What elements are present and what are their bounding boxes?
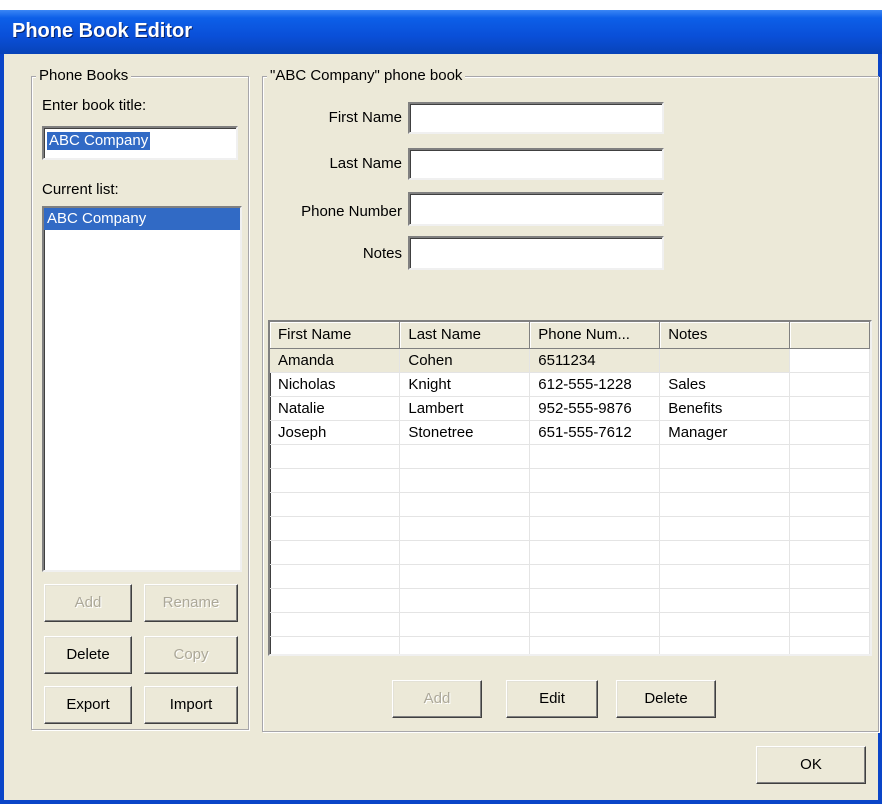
empty-row — [270, 492, 870, 517]
notes-label: Notes — [362, 245, 402, 262]
edit-contact-button[interactable]: Edit — [506, 680, 598, 718]
table-cell: Sales — [659, 372, 791, 397]
table-cell: Manager — [659, 420, 791, 445]
last-name-input[interactable] — [410, 150, 662, 178]
table-header-row: First Name Last Name Phone Num... Notes — [270, 322, 870, 349]
first-name-label: First Name — [328, 109, 402, 126]
book-title-value: ABC Company — [47, 132, 151, 150]
table-cell: Cohen — [399, 348, 531, 373]
delete-contact-button[interactable]: Delete — [616, 680, 716, 718]
table-cell: Nicholas — [270, 372, 401, 397]
list-item[interactable]: ABC Company — [44, 208, 240, 230]
notes-field[interactable] — [408, 236, 664, 270]
table-cell: Joseph — [270, 420, 401, 445]
table-cell — [789, 420, 870, 445]
empty-row — [270, 468, 870, 493]
import-button[interactable]: Import — [144, 686, 238, 724]
ok-button[interactable]: OK — [756, 746, 866, 784]
table-cell — [659, 348, 791, 373]
empty-row — [270, 540, 870, 565]
last-name-label: Last Name — [329, 155, 402, 172]
empty-row — [270, 444, 870, 469]
table-row[interactable]: Natalie Lambert 952-555-9876 Benefits — [270, 396, 870, 421]
delete-book-button[interactable]: Delete — [44, 636, 132, 674]
table-cell: 612-555-1228 — [529, 372, 661, 397]
phone-books-group-label: Phone Books — [36, 66, 132, 86]
empty-row — [270, 516, 870, 541]
table-cell: Stonetree — [399, 420, 531, 445]
first-name-field[interactable] — [408, 102, 664, 134]
title-bar[interactable]: Phone Book Editor — [0, 0, 882, 54]
empty-row — [270, 612, 870, 637]
table-cell: Amanda — [270, 348, 401, 373]
table-cell: 651-555-7612 — [529, 420, 661, 445]
copy-book-button[interactable]: Copy — [144, 636, 238, 674]
column-header-phone-number[interactable]: Phone Num... — [529, 322, 661, 349]
book-title-field[interactable]: ABC Company — [42, 126, 238, 160]
rename-book-button[interactable]: Rename — [144, 584, 238, 622]
column-header-first-name[interactable]: First Name — [270, 322, 401, 349]
table-row[interactable]: Joseph Stonetree 651-555-7612 Manager — [270, 420, 870, 445]
add-contact-button[interactable]: Add — [392, 680, 482, 718]
current-list-label: Current list: — [42, 181, 119, 198]
phone-number-input[interactable] — [410, 194, 662, 224]
phone-number-label: Phone Number — [301, 203, 402, 220]
table-row[interactable]: Amanda Cohen 6511234 — [270, 348, 870, 373]
table-cell — [789, 372, 870, 397]
table-cell: Natalie — [270, 396, 401, 421]
export-button[interactable]: Export — [44, 686, 132, 724]
add-book-button[interactable]: Add — [44, 584, 132, 622]
column-header-notes[interactable]: Notes — [659, 322, 791, 349]
table-cell — [789, 348, 870, 373]
first-name-input[interactable] — [410, 104, 662, 132]
column-header-last-name[interactable]: Last Name — [399, 322, 531, 349]
table-cell: 6511234 — [529, 348, 661, 373]
empty-row — [270, 636, 870, 654]
table-cell: Knight — [399, 372, 531, 397]
phone-number-field[interactable] — [408, 192, 664, 226]
table-row[interactable]: Nicholas Knight 612-555-1228 Sales — [270, 372, 870, 397]
book-title-label: Enter book title: — [42, 97, 147, 114]
empty-row — [270, 588, 870, 613]
table-cell: Benefits — [659, 396, 791, 421]
phone-books-list[interactable]: ABC Company — [42, 206, 242, 572]
table-cell — [789, 396, 870, 421]
table-cell: Lambert — [399, 396, 531, 421]
empty-row — [270, 564, 870, 589]
last-name-field[interactable] — [408, 148, 664, 180]
contacts-table[interactable]: First Name Last Name Phone Num... Notes … — [268, 320, 872, 656]
phone-book-editor-window: Phone Book Editor Phone Books Enter book… — [0, 0, 882, 804]
window-title: Phone Book Editor — [12, 20, 192, 42]
phone-book-group-label: "ABC Company" phone book — [267, 66, 466, 86]
notes-input[interactable] — [410, 238, 662, 268]
column-header-filler — [789, 322, 870, 349]
table-cell: 952-555-9876 — [529, 396, 661, 421]
